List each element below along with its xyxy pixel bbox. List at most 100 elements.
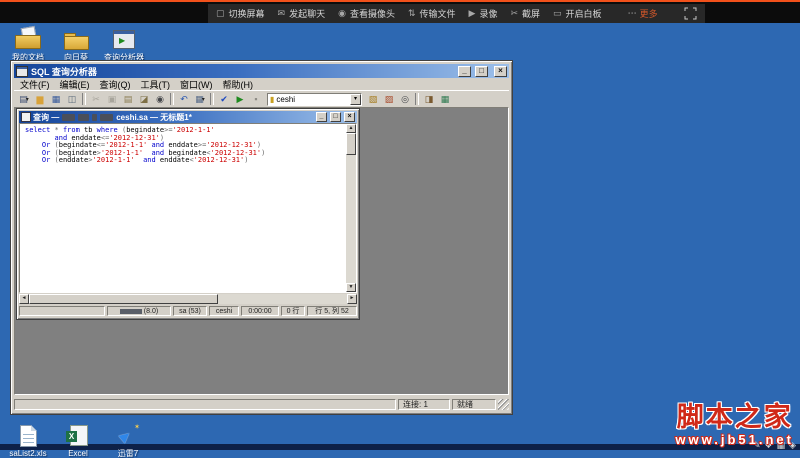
toolbar-button-icon[interactable]: ✔ (216, 92, 232, 106)
toolbar-button-icon[interactable]: ▶ (232, 92, 248, 106)
toolbar-button-icon[interactable]: ✂ (88, 92, 104, 106)
sql-query-analyzer-window: SQL 查询分析器 _ □ × 文件(F) 编辑(E) 查询(Q) 工具(T) … (10, 60, 513, 415)
status-segment: 连接: 1 (398, 398, 450, 410)
scroll-left-icon[interactable]: ◄ (19, 294, 29, 304)
toolbar-button-icon[interactable]: ◎ (397, 92, 413, 106)
database-combobox-value: ceshi (276, 94, 296, 104)
vertical-scroll-thumb[interactable] (346, 133, 356, 155)
query-maximize-button[interactable]: □ (330, 112, 341, 122)
toolbar-button-icon[interactable]: ▪ (248, 92, 264, 106)
maximize-button[interactable]: □ (475, 65, 488, 77)
query-minimize-button[interactable]: _ (316, 112, 327, 122)
desktop-icon-label: saList2.xls (9, 449, 47, 458)
toolbar-left-group: ▤ ▾ ▆ ▦ ◫ ✂ ▣ ▤ ◪ ◉ ↶ ▦ ▾ ✔ ▶ ▪ (16, 92, 264, 106)
status-segment: sa (53) (173, 306, 207, 316)
desktop-icons-top: 我的文档 向日葵 查询分析器 (6, 27, 146, 62)
remote-toolbar-label: 发起聊天 (289, 9, 326, 19)
remote-toolbar-items: ▢ 切换屏幕 ✉ 发起聊天 ◉ 查看摄像头 ⇅ 传输文件 ▶ 录像 ✂ 截屏 ▭… (216, 7, 602, 20)
vertical-scrollbar[interactable]: ▲ ▼ (346, 124, 356, 292)
desktop-icon[interactable]: 迅雷7 (106, 423, 150, 458)
combobox-dropdown-icon[interactable]: ▾ (350, 93, 361, 105)
status-segment: 0:00:00 (241, 306, 279, 316)
minimize-button[interactable]: _ (458, 65, 471, 77)
menu-bar: 文件(F) 编辑(E) 查询(Q) 工具(T) 窗口(W) 帮助(H) (14, 78, 509, 90)
toolbar-button-icon[interactable]: ▆ (32, 92, 48, 106)
remote-toolbar-button[interactable]: ▶ 录像 (469, 7, 498, 20)
toolbar-button-icon[interactable]: ▦ ▾ (192, 92, 208, 106)
fullscreen-icon (684, 7, 697, 20)
excel-icon (63, 423, 93, 447)
window-titlebar[interactable]: SQL 查询分析器 _ □ × (14, 64, 509, 78)
database-combobox[interactable]: ▮ ceshi ▾ (267, 92, 362, 106)
menu-item[interactable]: 查询(Q) (95, 78, 136, 91)
toolbar-separator (82, 93, 86, 105)
toolbar-button-icon[interactable]: ↶ (176, 92, 192, 106)
resize-grip[interactable] (498, 398, 509, 410)
remote-toolbar-button[interactable]: ✂ 截屏 (510, 7, 540, 20)
window-title: SQL 查询分析器 (31, 66, 97, 77)
toolbar-button-icon[interactable]: ▣ (104, 92, 120, 106)
fullscreen-button[interactable] (684, 7, 697, 20)
menu-item[interactable]: 编辑(E) (55, 78, 95, 91)
remote-toolbar-button[interactable]: ▭ 开启白板 (553, 7, 602, 20)
desktop-icon[interactable]: 向日葵 (54, 27, 98, 62)
menu-item[interactable]: 窗口(W) (175, 78, 218, 91)
menu-item[interactable]: 文件(F) (15, 78, 55, 91)
toolbar-button-icon[interactable]: ▦ (48, 92, 64, 106)
remote-toolbar-button[interactable]: ✉ 发起聊天 (278, 7, 326, 20)
remote-control-bar: ▢ 切换屏幕 ✉ 发起聊天 ◉ 查看摄像头 ⇅ 传输文件 ▶ 录像 ✂ 截屏 ▭… (0, 0, 800, 23)
toolbar-button-icon[interactable]: ▨ (381, 92, 397, 106)
remote-toolbar-button[interactable]: ◉ 查看摄像头 (338, 7, 395, 20)
dropdown-arrow-icon: ▾ (201, 96, 205, 103)
remote-toolbar-label: 录像 (479, 9, 498, 19)
remote-toolbar-button[interactable]: ⇅ 传输文件 (408, 7, 456, 20)
main-status-segments: 连接: 1 就绪 (398, 398, 496, 410)
desktop-icons-bottom: saList2.xls Excel 迅雷7 (6, 423, 150, 458)
scroll-down-icon[interactable]: ▼ (346, 283, 356, 292)
menu-item[interactable]: 工具(T) (136, 78, 176, 91)
query-close-button[interactable]: × (344, 112, 355, 122)
my-documents-icon (13, 27, 43, 51)
toolbar-button-icon[interactable]: ◫ (64, 92, 80, 106)
horizontal-scrollbar[interactable]: ◄ ► (19, 294, 357, 304)
main-statusbar: 连接: 1 就绪 (14, 395, 509, 411)
remote-toolbar-label: 截屏 (522, 9, 541, 19)
more-button[interactable]: ⋯ 更多 (628, 7, 658, 20)
ellipsis-icon: ⋯ (627, 8, 637, 18)
desktop-icon[interactable]: Excel (56, 423, 100, 458)
desktop-icon[interactable]: 查询分析器 (102, 27, 146, 62)
sql-code[interactable]: select * from tb where (begindate>='2012… (20, 124, 346, 292)
close-button[interactable]: × (494, 65, 507, 77)
toolbar-button-icon[interactable]: ▧ (365, 92, 381, 106)
toolbar-button-icon[interactable]: ▦ (437, 92, 453, 106)
query-status-segments: (8.0) sa (53) ceshi 0:00:00 0 行 行 5, 列 5… (107, 306, 357, 316)
query-window-titlebar[interactable]: 查询 — ceshi.sa — 无标题1* _ □ × (19, 111, 357, 123)
scroll-right-icon[interactable]: ► (347, 294, 357, 304)
toolbar-button-icon[interactable]: ◉ (152, 92, 168, 106)
status-segment: (8.0) (107, 306, 171, 316)
remote-toolbar-label: 切换屏幕 (228, 9, 265, 19)
toolbar-button-icon[interactable]: ◪ (136, 92, 152, 106)
query-document-icon (21, 112, 31, 122)
whiteboard-icon: ▭ (553, 8, 562, 18)
menu-item[interactable]: 帮助(H) (218, 78, 259, 91)
remote-toolbar-label: 开启白板 (565, 9, 602, 19)
toolbar-button-icon[interactable]: ◨ (421, 92, 437, 106)
watermark-title: 脚本之家 (676, 402, 793, 433)
redacted-server-address (62, 113, 76, 121)
screenshot-icon: ✂ (510, 8, 519, 18)
status-segment: 0 行 (281, 306, 305, 316)
sql-editor: select * from tb where (begindate>='2012… (19, 123, 357, 293)
toolbar-button-icon[interactable]: ▤ (120, 92, 136, 106)
status-empty-panel (14, 398, 396, 410)
scroll-up-icon[interactable]: ▲ (346, 124, 356, 133)
xls-file-icon (13, 423, 43, 447)
desktop-icon[interactable]: saList2.xls (6, 423, 50, 458)
desktop-icon[interactable]: 我的文档 (6, 27, 50, 62)
query-statusbar: (8.0) sa (53) ceshi 0:00:00 0 行 行 5, 列 5… (19, 304, 357, 317)
record-icon: ▶ (468, 8, 476, 18)
toolbar-button-icon[interactable]: ▤ ▾ (16, 92, 32, 106)
desktop-icon-label: Excel (68, 449, 88, 458)
remote-toolbar-button[interactable]: ▢ 切换屏幕 (216, 7, 265, 20)
horizontal-scroll-thumb[interactable] (29, 294, 219, 304)
